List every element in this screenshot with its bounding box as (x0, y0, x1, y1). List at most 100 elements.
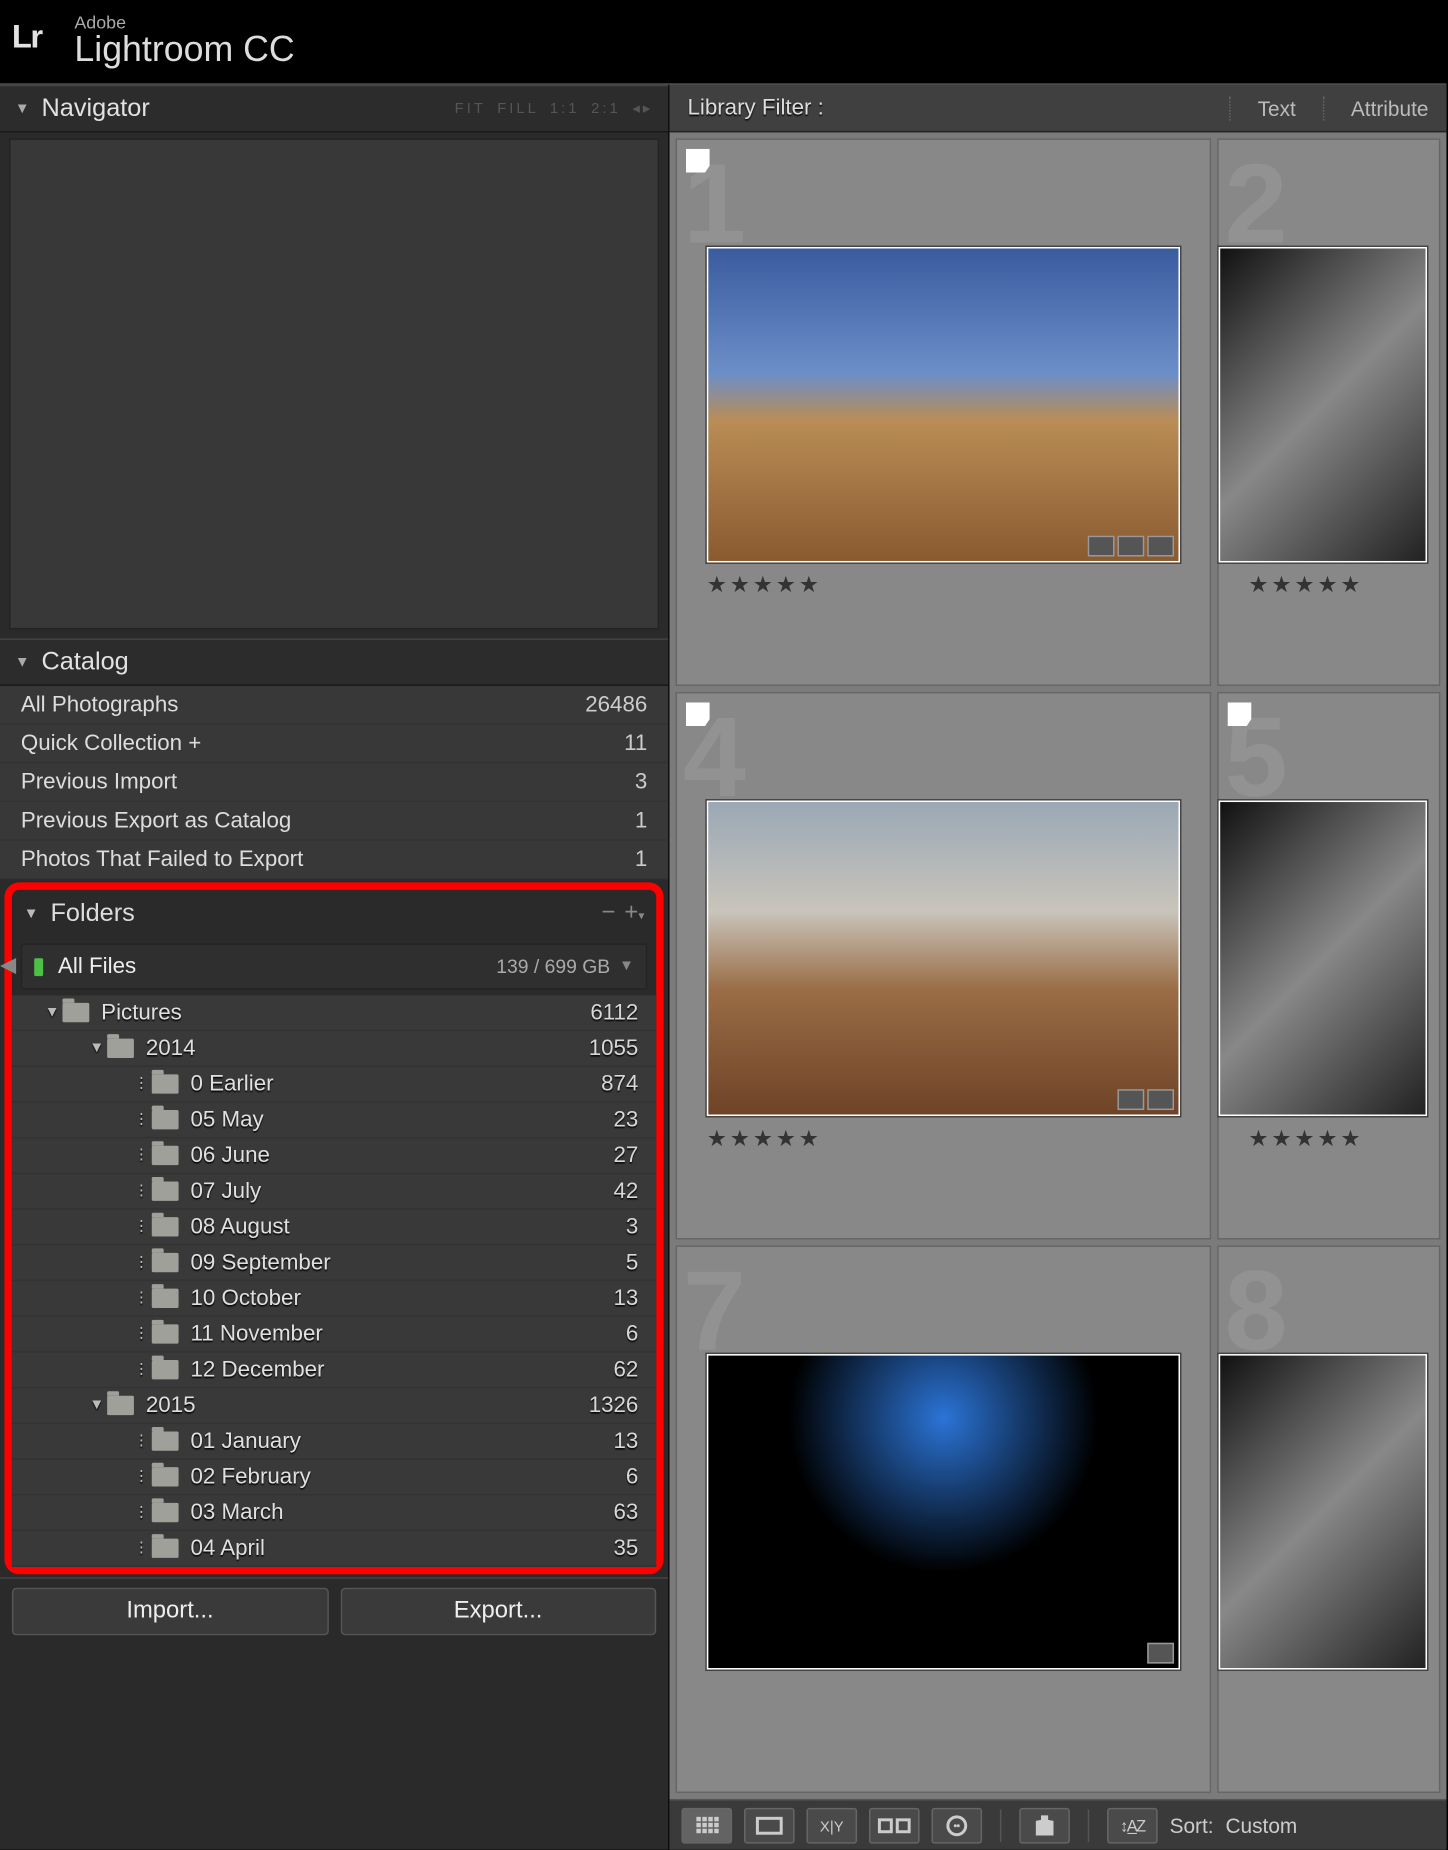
bullet-icon: ⋮ (131, 1254, 152, 1270)
bullet-icon: ⋮ (131, 1219, 152, 1235)
sort-label: Sort: (1170, 1813, 1214, 1837)
grid-cell[interactable]: 5 ★★★★★ (1217, 692, 1440, 1240)
filter-text[interactable]: Text (1229, 96, 1295, 120)
volume-bar[interactable]: All Files 139 / 699 GB ▼ (21, 943, 647, 989)
folder-row[interactable]: ⋮ 12 December 62 (12, 1353, 656, 1389)
bullet-icon: ⋮ (131, 1076, 152, 1092)
folder-icon (152, 1217, 179, 1236)
grid-cell[interactable]: 2 ★★★★★ (1217, 138, 1440, 686)
flag-icon[interactable] (686, 702, 710, 726)
add-folder-button[interactable]: +▾ (624, 900, 644, 927)
catalog-item[interactable]: Previous Import 3 (0, 763, 668, 802)
triangle-icon[interactable]: ▼ (86, 1040, 107, 1056)
rating-stars[interactable]: ★★★★★ (707, 1125, 822, 1152)
catalog-item-label: Photos That Failed to Export (21, 847, 635, 872)
folder-name: 01 January (190, 1428, 575, 1453)
thumbnail[interactable] (1219, 247, 1427, 562)
folders-panel-header[interactable]: ▼ Folders − +▾ (12, 890, 656, 938)
triangle-icon[interactable]: ▼ (86, 1397, 107, 1413)
folder-row[interactable]: ⋮ 02 February 6 (12, 1460, 656, 1496)
navigator-panel-header[interactable]: ▼ Navigator FIT FILL 1:1 2:1 ◂▸ (0, 85, 668, 133)
flag-icon[interactable] (686, 149, 710, 173)
folder-icon (152, 1181, 179, 1200)
folder-count: 6 (576, 1321, 638, 1346)
folder-name: 06 June (190, 1143, 575, 1168)
thumbnail[interactable] (707, 1354, 1180, 1669)
sort-value[interactable]: Custom (1225, 1813, 1297, 1837)
folder-row[interactable]: ⋮ 10 October 13 (12, 1281, 656, 1317)
grid-cell[interactable]: 8 (1217, 1245, 1440, 1793)
catalog-item-label: Quick Collection + (21, 731, 624, 756)
folder-icon (152, 1431, 179, 1450)
catalog-item[interactable]: Quick Collection + 11 (0, 725, 668, 764)
folder-name: 0 Earlier (190, 1071, 575, 1096)
panel-collapse-handle[interactable]: ◀ (0, 952, 18, 976)
catalog-item-count: 3 (635, 769, 647, 794)
bullet-icon: ⋮ (131, 1540, 152, 1556)
folder-name: 04 April (190, 1536, 575, 1561)
folder-row[interactable]: ⋮ 06 June 27 (12, 1138, 656, 1174)
triangle-icon[interactable]: ▼ (42, 1004, 63, 1020)
folder-count: 35 (576, 1536, 638, 1561)
thumbnail-badges (1147, 1643, 1174, 1664)
catalog-panel-header[interactable]: ▼ Catalog (0, 638, 668, 686)
filter-attribute[interactable]: Attribute (1323, 96, 1429, 120)
catalog-item-count: 11 (624, 731, 647, 756)
folder-row[interactable]: ⋮ 04 April 35 (12, 1531, 656, 1567)
compare-xy-button[interactable] (806, 1807, 857, 1843)
thumbnail[interactable] (707, 801, 1180, 1116)
triangle-down-icon: ▼ (15, 100, 30, 116)
catalog-item-label: All Photographs (21, 692, 585, 717)
catalog-body: All Photographs 26486Quick Collection + … (0, 686, 668, 879)
rating-stars[interactable]: ★★★★★ (707, 571, 822, 598)
import-button[interactable]: Import... (12, 1588, 328, 1636)
folder-row[interactable]: ⋮ 0 Earlier 874 (12, 1067, 656, 1103)
flag-icon[interactable] (1228, 702, 1252, 726)
navigator-preview[interactable] (9, 138, 659, 629)
thumbnail[interactable] (707, 247, 1180, 562)
catalog-item[interactable]: Photos That Failed to Export 1 (0, 841, 668, 880)
grid-cell[interactable]: 1 ★★★★★ (676, 138, 1212, 686)
folder-row[interactable]: ⋮ 01 January 13 (12, 1424, 656, 1460)
folder-row[interactable]: ⋮ 07 July 42 (12, 1174, 656, 1210)
grid-view-button[interactable] (682, 1807, 733, 1843)
volume-status-icon (34, 958, 43, 976)
sort-direction-button[interactable] (1107, 1807, 1158, 1843)
thumbnail-grid[interactable]: 1 ★★★★★ 2 ★★★★★ 4 ★★★★★ 5 ★★★★★ 7 8 (670, 132, 1447, 1799)
folders-title: Folders (50, 899, 592, 929)
thumbnail-badges (1088, 536, 1174, 557)
remove-folder-button[interactable]: − (602, 900, 616, 927)
catalog-title: Catalog (42, 647, 654, 677)
rating-stars[interactable]: ★★★★★ (1248, 571, 1363, 598)
folder-row[interactable]: ⋮ 08 August 3 (12, 1210, 656, 1246)
catalog-item-count: 1 (635, 808, 647, 833)
folder-row[interactable]: ⋮ 03 March 63 (12, 1495, 656, 1531)
grid-cell[interactable]: 4 ★★★★★ (676, 692, 1212, 1240)
triangle-down-icon[interactable]: ▼ (619, 958, 634, 974)
folder-row[interactable]: ▼ 2014 1055 (12, 1031, 656, 1067)
navigator-zoom-options[interactable]: FIT FILL 1:1 2:1 ◂▸ (450, 100, 653, 116)
folder-row[interactable]: ⋮ 11 November 6 (12, 1317, 656, 1353)
xy-icon (820, 1815, 844, 1836)
catalog-item[interactable]: All Photographs 26486 (0, 686, 668, 725)
folder-icon (107, 1396, 134, 1415)
folder-row[interactable]: ⋮ 05 May 23 (12, 1103, 656, 1139)
folder-row[interactable]: ⋮ 09 September 5 (12, 1245, 656, 1281)
badge-icon (1147, 536, 1174, 557)
folder-row[interactable]: ▼ Pictures 6112 (12, 995, 656, 1031)
rating-stars[interactable]: ★★★★★ (1248, 1125, 1363, 1152)
catalog-item[interactable]: Previous Export as Catalog 1 (0, 802, 668, 841)
folder-name: 10 October (190, 1286, 575, 1311)
folder-row[interactable]: ▼ 2015 1326 (12, 1388, 656, 1424)
bullet-icon: ⋮ (131, 1362, 152, 1378)
export-button[interactable]: Export... (340, 1588, 656, 1636)
grid-cell[interactable]: 7 (676, 1245, 1212, 1793)
survey-view-button[interactable] (869, 1807, 920, 1843)
thumbnail[interactable] (1219, 801, 1427, 1116)
painter-tool-button[interactable] (1019, 1807, 1070, 1843)
people-view-button[interactable] (931, 1807, 982, 1843)
thumbnail[interactable] (1219, 1354, 1427, 1669)
loupe-view-button[interactable] (744, 1807, 795, 1843)
folder-name: 09 September (190, 1250, 575, 1275)
folder-icon (152, 1074, 179, 1093)
